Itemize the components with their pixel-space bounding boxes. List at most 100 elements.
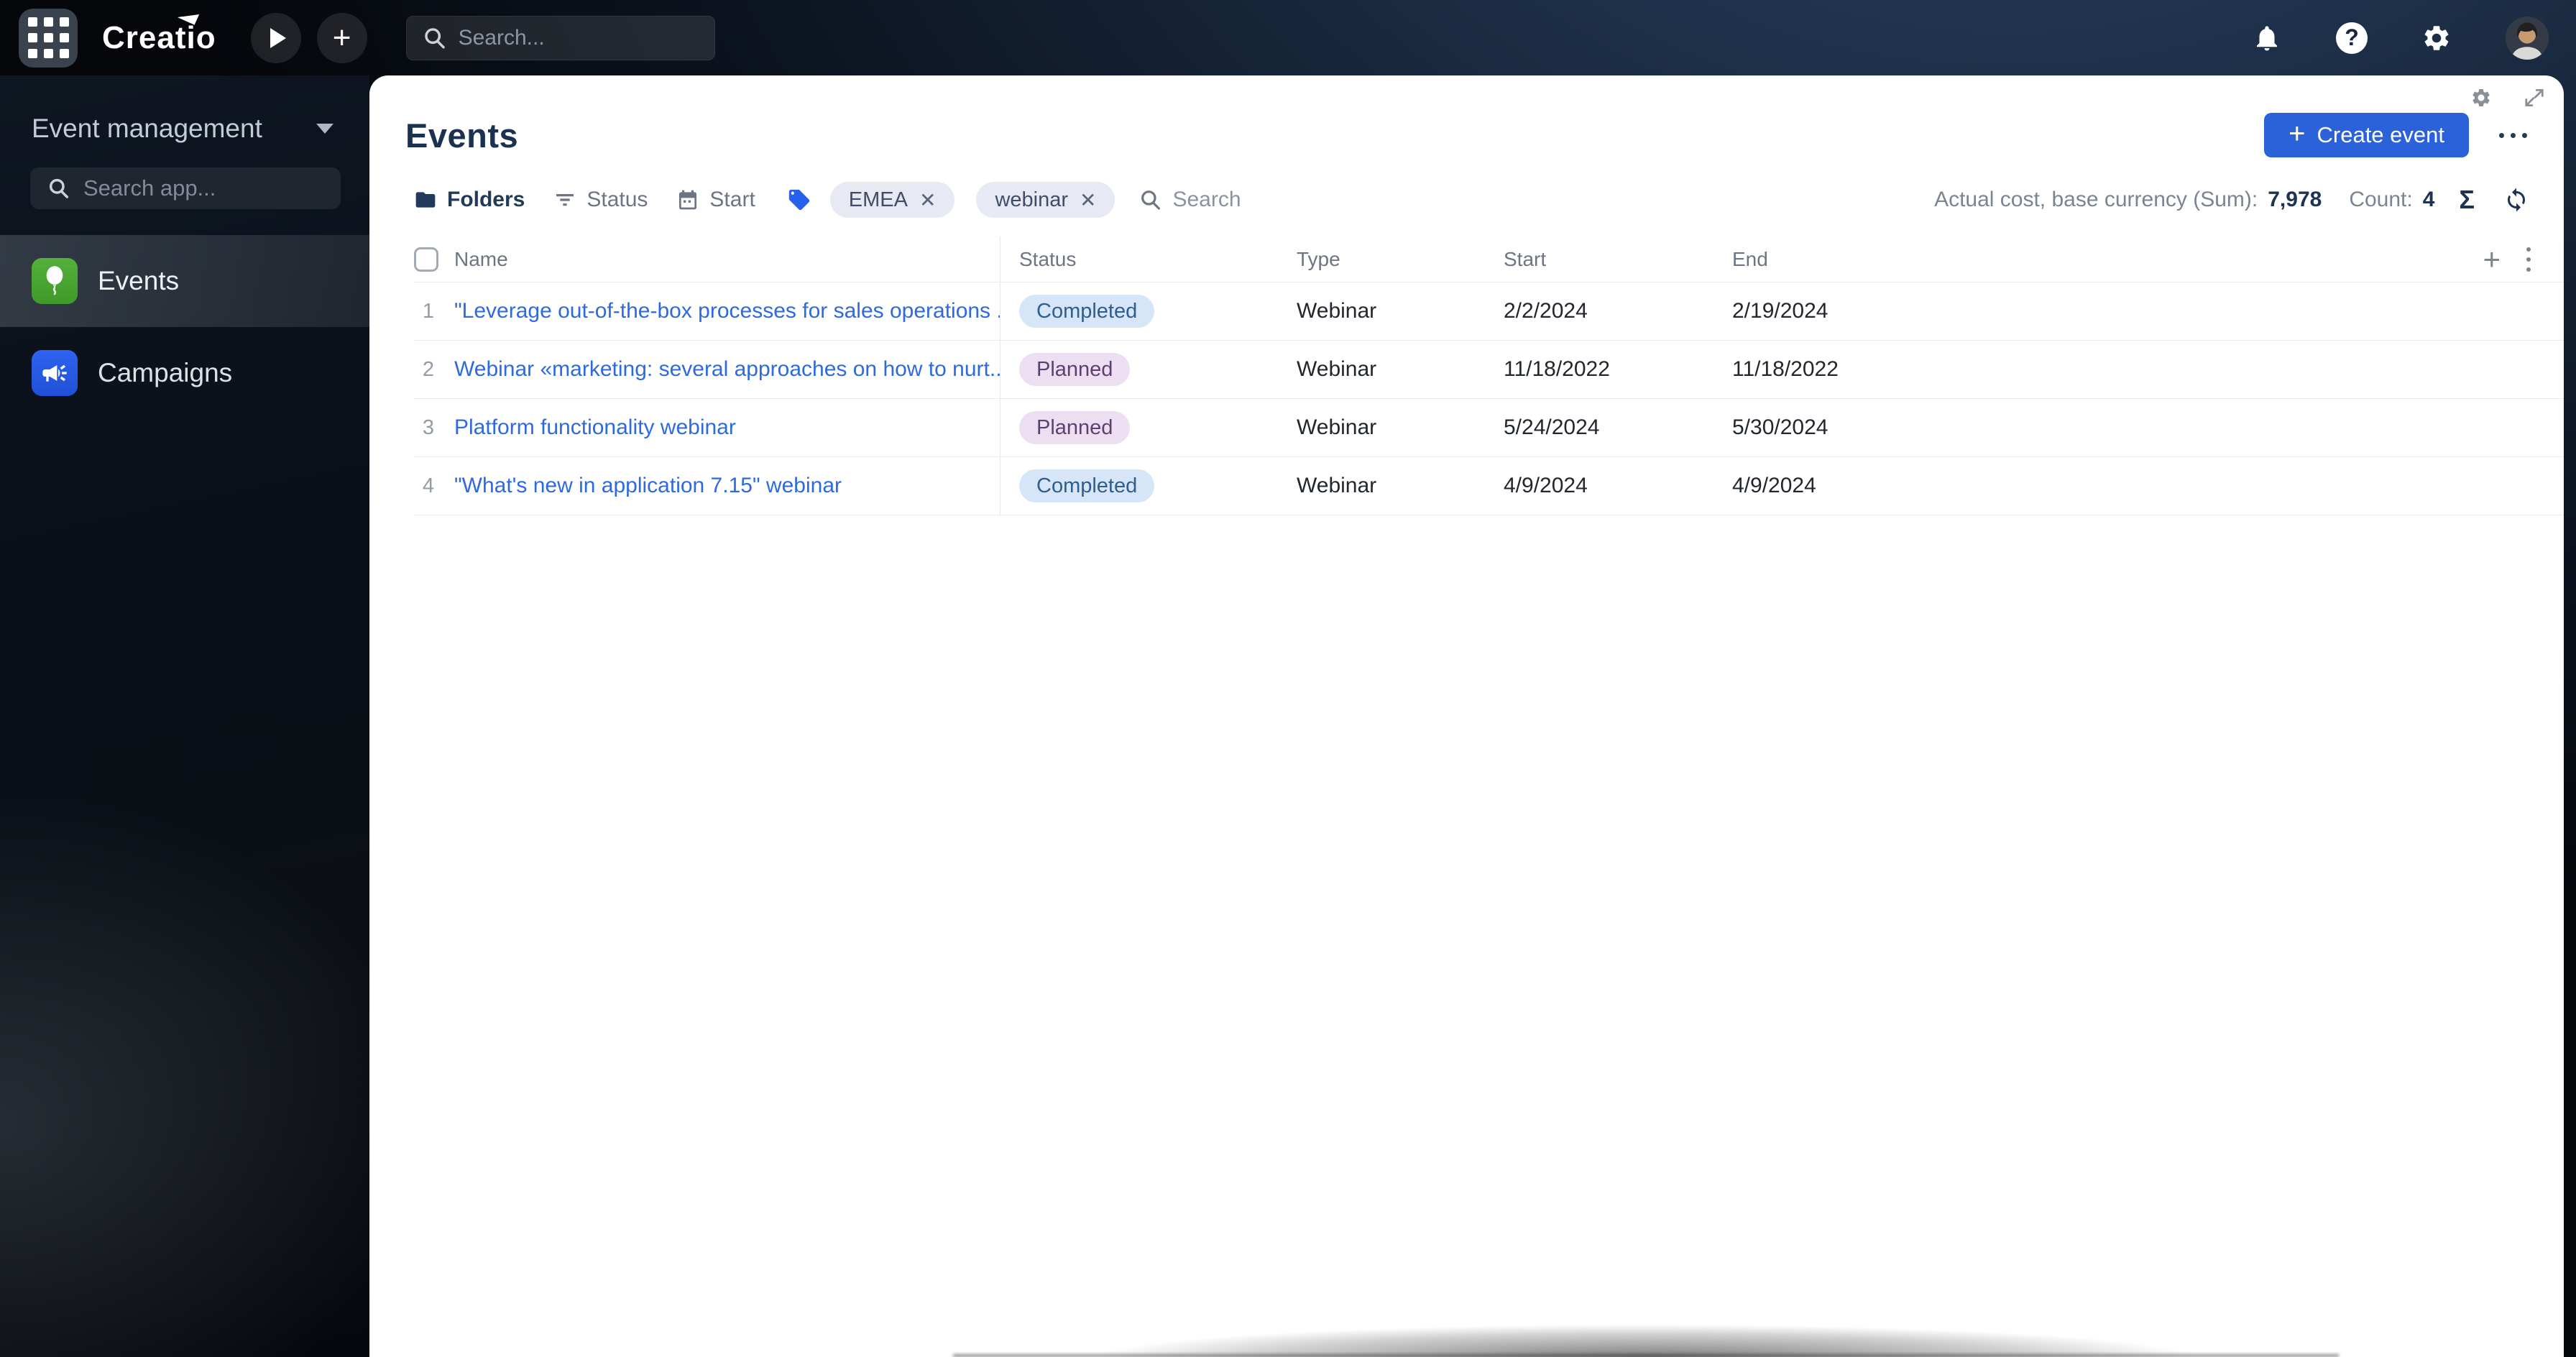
search-icon bbox=[1141, 190, 1161, 210]
event-end-date: 11/18/2022 bbox=[1732, 357, 1839, 381]
column-header-start[interactable]: Start bbox=[1489, 236, 1719, 282]
close-icon[interactable]: ✕ bbox=[1080, 188, 1096, 212]
aggregate-sigma-icon[interactable]: Σ bbox=[2459, 185, 2475, 215]
top-actions: ? bbox=[2166, 16, 2557, 60]
page-title: Events bbox=[405, 116, 519, 155]
app-search-input[interactable] bbox=[83, 175, 323, 201]
megaphone-icon bbox=[32, 350, 78, 396]
help-icon[interactable]: ? bbox=[2336, 22, 2368, 54]
event-start-date: 4/9/2024 bbox=[1504, 474, 1588, 497]
tag-icon[interactable] bbox=[787, 188, 811, 212]
creatio-logo: Creatio bbox=[102, 6, 216, 56]
status-badge: Completed bbox=[1019, 295, 1155, 328]
sidebar: Event management Events Camp bbox=[0, 75, 369, 1357]
more-actions-icon[interactable] bbox=[2488, 115, 2538, 155]
folder-icon bbox=[415, 192, 436, 208]
column-menu-icon[interactable] bbox=[2522, 243, 2535, 276]
column-header-type[interactable]: Type bbox=[1274, 236, 1489, 282]
status-filter-label: Status bbox=[586, 188, 648, 211]
status-badge: Planned bbox=[1019, 411, 1131, 444]
expand-icon[interactable] bbox=[2524, 87, 2545, 109]
quick-add-button[interactable]: + bbox=[316, 12, 367, 63]
folders-filter-label: Folders bbox=[447, 188, 525, 211]
chevron-down-icon bbox=[316, 124, 334, 134]
event-name-link[interactable]: Webinar «marketing: several approaches o… bbox=[454, 357, 1000, 382]
table-row[interactable]: 1 "Leverage out-of-the-box processes for… bbox=[414, 282, 2564, 341]
count-label: Count: bbox=[2349, 188, 2413, 211]
column-header-status[interactable]: Status bbox=[1000, 236, 1274, 282]
tag-chip-label: webinar bbox=[995, 188, 1068, 211]
tag-chip-webinar[interactable]: webinar ✕ bbox=[976, 182, 1116, 218]
user-avatar[interactable] bbox=[2506, 16, 2549, 60]
status-badge: Planned bbox=[1019, 353, 1131, 386]
event-name-link[interactable]: "What's new in application 7.15" webinar bbox=[454, 474, 842, 498]
table-row[interactable]: 4 "What's new in application 7.15" webin… bbox=[414, 457, 2564, 515]
status-filter[interactable]: Status bbox=[553, 188, 648, 212]
play-icon bbox=[270, 27, 286, 48]
select-all-checkbox[interactable] bbox=[414, 247, 438, 272]
list-search[interactable]: Search bbox=[1139, 188, 1241, 212]
event-end-date: 2/19/2024 bbox=[1732, 299, 1828, 323]
event-type: Webinar bbox=[1297, 357, 1377, 381]
dock-edge bbox=[953, 1354, 2339, 1357]
create-event-label: Create event bbox=[2317, 122, 2445, 147]
folders-filter[interactable]: Folders bbox=[414, 188, 525, 212]
calendar-icon bbox=[679, 190, 697, 210]
creatio-logo-text: Creatio bbox=[102, 19, 216, 55]
table-row[interactable]: 2 Webinar «marketing: several approaches… bbox=[414, 341, 2564, 399]
event-start-date: 2/2/2024 bbox=[1504, 299, 1588, 323]
workspace-selector[interactable]: Event management bbox=[0, 106, 369, 152]
plus-icon: + bbox=[332, 19, 351, 55]
row-index: 2 bbox=[422, 357, 435, 381]
workspace-label: Event management bbox=[32, 114, 262, 143]
sidebar-nav: Events Campaigns bbox=[0, 235, 369, 419]
page-header: Events + Create event bbox=[369, 75, 2564, 157]
status-badge: Completed bbox=[1019, 469, 1155, 502]
table-header: Name Status Type Start End + bbox=[414, 236, 2564, 282]
event-end-date: 5/30/2024 bbox=[1732, 415, 1828, 439]
refresh-icon[interactable] bbox=[2503, 187, 2529, 213]
event-start-date: 11/18/2022 bbox=[1504, 357, 1610, 381]
event-name-link[interactable]: Platform functionality webinar bbox=[454, 415, 736, 440]
start-filter-label: Start bbox=[709, 188, 755, 211]
marketplace-apps-icon[interactable] bbox=[2166, 22, 2198, 54]
summary-bar: Actual cost, base currency (Sum): 7,978 … bbox=[1934, 185, 2529, 215]
sum-value: 7,978 bbox=[2268, 188, 2322, 211]
sidebar-item-label: Events bbox=[98, 266, 180, 295]
create-event-button[interactable]: + Create event bbox=[2264, 113, 2469, 157]
dock-shadow bbox=[944, 1315, 2346, 1357]
events-table: Name Status Type Start End + 1 "Leverage… bbox=[369, 236, 2564, 515]
row-index: 1 bbox=[422, 299, 435, 323]
event-end-date: 4/9/2024 bbox=[1732, 474, 1816, 497]
app-grid-icon[interactable] bbox=[19, 8, 78, 68]
row-index: 3 bbox=[422, 415, 435, 439]
search-icon bbox=[49, 178, 69, 198]
column-header-name[interactable]: Name bbox=[454, 236, 1000, 282]
events-page: Events + Create event Folders Status Sta… bbox=[369, 75, 2564, 1357]
start-filter[interactable]: Start bbox=[676, 188, 755, 212]
global-search-input[interactable] bbox=[458, 25, 699, 50]
event-name-link[interactable]: "Leverage out-of-the-box processes for s… bbox=[454, 299, 1000, 323]
run-process-button[interactable] bbox=[250, 12, 301, 63]
count-value: 4 bbox=[2422, 188, 2435, 211]
table-row[interactable]: 3 Platform functionality webinar Planned… bbox=[414, 399, 2564, 457]
sum-label: Actual cost, base currency (Sum): bbox=[1934, 188, 2258, 211]
close-icon[interactable]: ✕ bbox=[919, 188, 936, 212]
filter-icon bbox=[556, 194, 574, 206]
tag-chip-emea[interactable]: EMEA ✕ bbox=[829, 182, 955, 218]
sidebar-item-events[interactable]: Events bbox=[0, 235, 369, 327]
event-type: Webinar bbox=[1297, 415, 1377, 439]
global-search[interactable] bbox=[405, 15, 715, 60]
row-index: 4 bbox=[422, 474, 435, 497]
tag-chip-label: EMEA bbox=[848, 188, 908, 211]
notifications-bell-icon[interactable] bbox=[2251, 22, 2283, 54]
page-settings-gear-icon[interactable] bbox=[2470, 87, 2492, 109]
balloon-icon bbox=[32, 258, 78, 304]
top-bar: Creatio + ? bbox=[0, 0, 2576, 75]
column-header-end[interactable]: End bbox=[1719, 236, 2564, 282]
settings-gear-icon[interactable] bbox=[2421, 22, 2452, 54]
app-search[interactable] bbox=[30, 167, 341, 209]
page-corner-icons bbox=[2470, 87, 2545, 109]
sidebar-item-campaigns[interactable]: Campaigns bbox=[0, 327, 369, 419]
event-start-date: 5/24/2024 bbox=[1504, 415, 1600, 439]
